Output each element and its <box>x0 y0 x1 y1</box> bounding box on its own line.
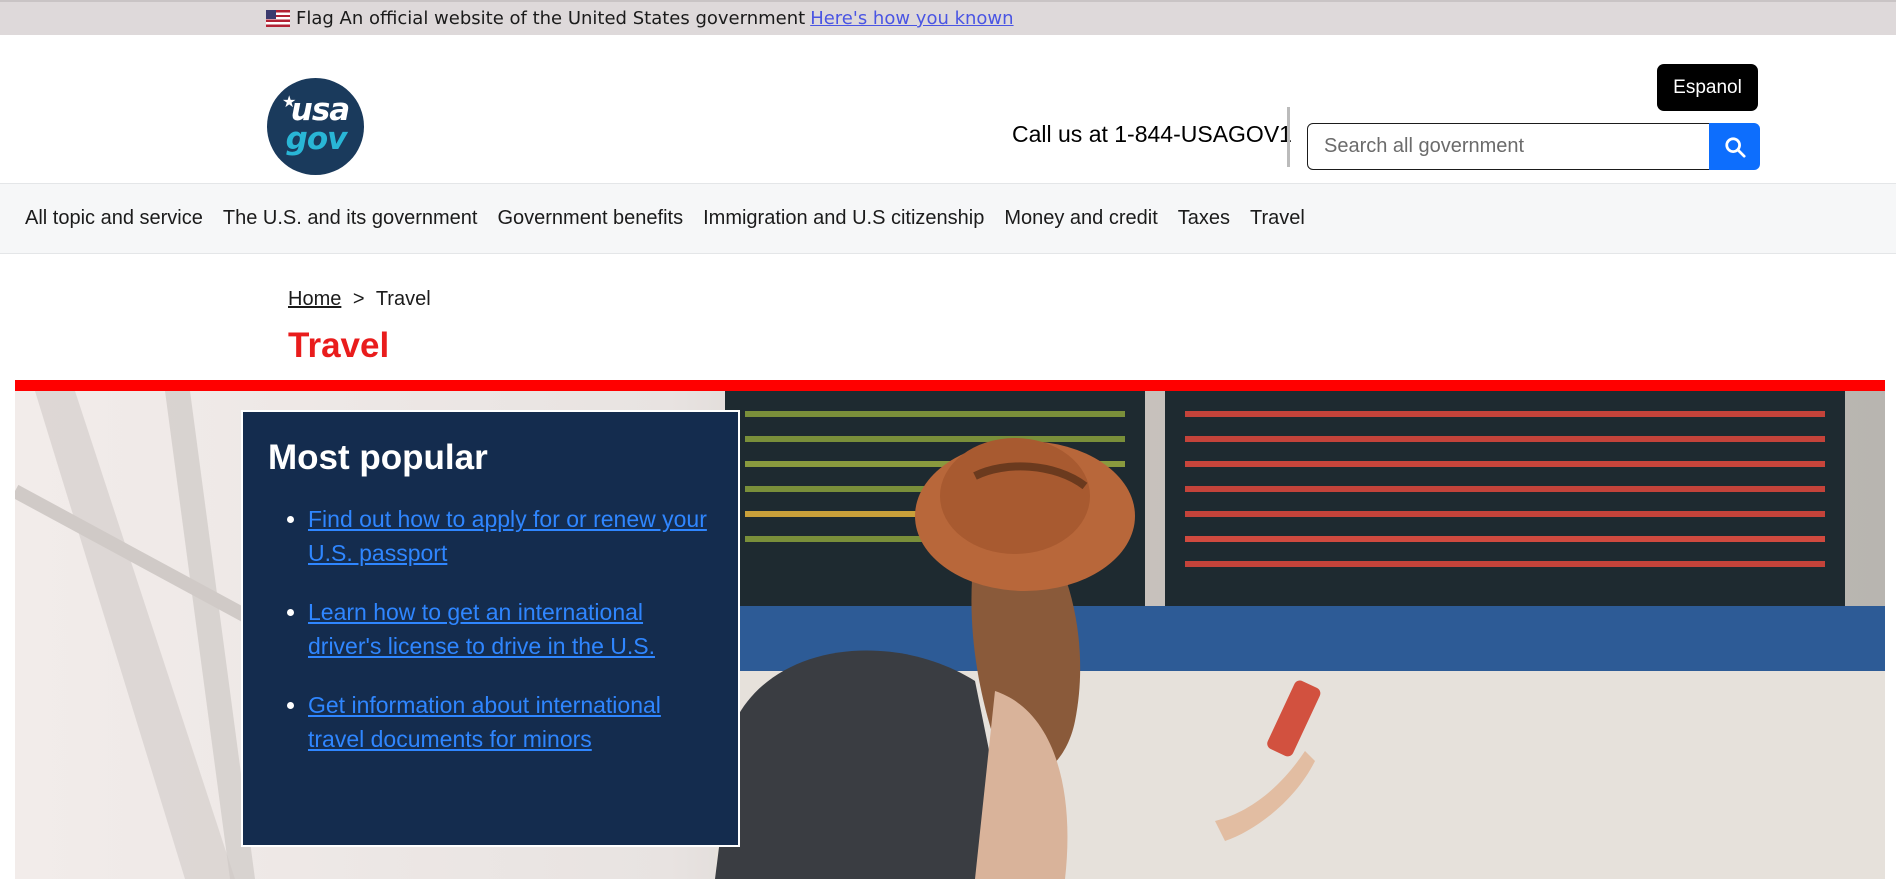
heres-how-you-know-link[interactable]: Here's how you known <box>810 8 1013 29</box>
most-popular-panel: Most popular Find out how to apply for o… <box>241 410 740 847</box>
breadcrumb: Home > Travel <box>288 288 431 311</box>
us-flag-icon <box>266 10 290 27</box>
travel-documents-minors-link[interactable]: Get information about international trav… <box>308 692 661 752</box>
nav-item-benefits[interactable]: Government benefits <box>497 207 683 230</box>
usagov-logo[interactable]: ★ usa gov <box>267 78 364 175</box>
logo-text-gov: gov <box>285 121 348 157</box>
banner-text: Flag An official website of the United S… <box>296 8 806 29</box>
nav-item-travel[interactable]: Travel <box>1250 207 1305 230</box>
main-nav: All topic and service The U.S. and its g… <box>0 183 1896 254</box>
drivers-license-link[interactable]: Learn how to get an international driver… <box>308 599 655 659</box>
site-header: ★ usa gov Espanol Call us at 1-844-USAGO… <box>0 35 1896 183</box>
nav-item-us-government[interactable]: The U.S. and its government <box>223 207 478 230</box>
header-divider <box>1287 107 1290 167</box>
nav-item-immigration[interactable]: Immigration and U.S citizenship <box>703 207 984 230</box>
list-item: Get information about international trav… <box>308 688 716 756</box>
breadcrumb-current: Travel <box>375 288 431 310</box>
nav-item-money[interactable]: Money and credit <box>1004 207 1157 230</box>
nav-item-taxes[interactable]: Taxes <box>1178 207 1230 230</box>
search-input[interactable] <box>1307 123 1710 170</box>
list-item: Learn how to get an international driver… <box>308 595 716 663</box>
breadcrumb-home-link[interactable]: Home <box>288 288 341 310</box>
call-us-text: Call us at 1-844-USAGOV1 <box>1012 121 1292 147</box>
most-popular-heading: Most popular <box>268 438 488 477</box>
breadcrumb-separator: > <box>352 288 365 310</box>
nav-item-all-topics[interactable]: All topic and service <box>25 207 203 230</box>
passport-link[interactable]: Find out how to apply for or renew your … <box>308 506 707 566</box>
most-popular-list: Find out how to apply for or renew your … <box>268 502 716 756</box>
search-button[interactable] <box>1709 123 1760 170</box>
espanol-button[interactable]: Espanol <box>1657 64 1758 111</box>
gov-banner: Flag An official website of the United S… <box>0 0 1896 35</box>
page-title: Travel <box>288 326 390 365</box>
accent-bar <box>15 380 1885 391</box>
list-item: Find out how to apply for or renew your … <box>308 502 716 570</box>
search-icon <box>1724 136 1746 158</box>
